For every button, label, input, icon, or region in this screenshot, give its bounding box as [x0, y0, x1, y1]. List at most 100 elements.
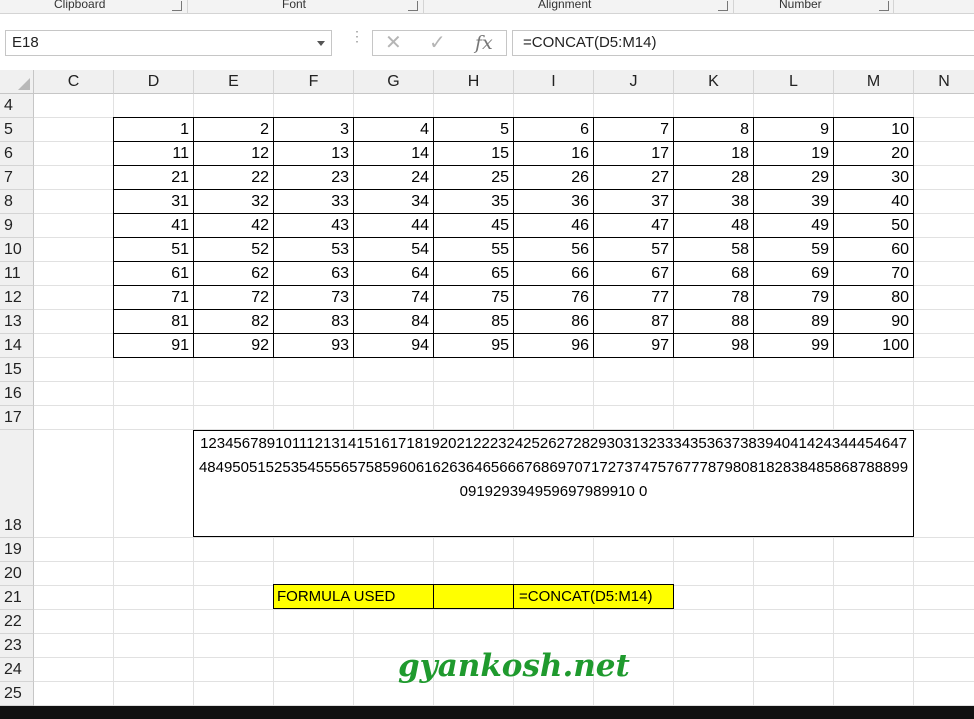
table-cell[interactable]: 48: [673, 213, 754, 238]
table-cell[interactable]: 39: [753, 189, 834, 214]
table-cell[interactable]: 28: [673, 165, 754, 190]
column-header-n[interactable]: N: [914, 70, 974, 94]
number-launcher-icon[interactable]: [879, 1, 889, 11]
table-cell[interactable]: 58: [673, 237, 754, 262]
table-cell[interactable]: 94: [353, 333, 434, 358]
table-cell[interactable]: 13: [273, 141, 354, 166]
table-cell[interactable]: 11: [113, 141, 194, 166]
row-header-8[interactable]: 8: [0, 190, 34, 214]
table-cell[interactable]: 15: [433, 141, 514, 166]
table-cell[interactable]: 77: [593, 285, 674, 310]
table-cell[interactable]: 99: [753, 333, 834, 358]
table-cell[interactable]: 65: [433, 261, 514, 286]
table-cell[interactable]: 81: [113, 309, 194, 334]
table-cell[interactable]: 55: [433, 237, 514, 262]
table-cell[interactable]: 71: [113, 285, 194, 310]
table-cell[interactable]: 84: [353, 309, 434, 334]
table-cell[interactable]: 31: [113, 189, 194, 214]
table-cell[interactable]: 2: [193, 117, 274, 142]
table-cell[interactable]: 35: [433, 189, 514, 214]
row-header-22[interactable]: 22: [0, 610, 34, 634]
table-cell[interactable]: 1: [113, 117, 194, 142]
table-cell[interactable]: 90: [833, 309, 914, 334]
column-header-l[interactable]: L: [754, 70, 834, 94]
clipboard-launcher-icon[interactable]: [172, 1, 182, 11]
row-header-13[interactable]: 13: [0, 310, 34, 334]
column-header-f[interactable]: F: [274, 70, 354, 94]
row-header-23[interactable]: 23: [0, 634, 34, 658]
table-cell[interactable]: 46: [513, 213, 594, 238]
table-cell[interactable]: 9: [753, 117, 834, 142]
table-cell[interactable]: 3: [273, 117, 354, 142]
column-header-m[interactable]: M: [834, 70, 914, 94]
table-cell[interactable]: 30: [833, 165, 914, 190]
formula-used-label-cell[interactable]: FORMULA USED: [273, 584, 434, 609]
table-cell[interactable]: 92: [193, 333, 274, 358]
table-cell[interactable]: 33: [273, 189, 354, 214]
table-cell[interactable]: 69: [753, 261, 834, 286]
table-cell[interactable]: 93: [273, 333, 354, 358]
row-header-7[interactable]: 7: [0, 166, 34, 190]
table-cell[interactable]: 78: [673, 285, 754, 310]
table-cell[interactable]: 76: [513, 285, 594, 310]
table-cell[interactable]: 60: [833, 237, 914, 262]
drag-handle-icon[interactable]: ⋮: [350, 29, 364, 51]
table-cell[interactable]: 37: [593, 189, 674, 214]
table-cell[interactable]: 75: [433, 285, 514, 310]
table-cell[interactable]: 29: [753, 165, 834, 190]
table-cell[interactable]: 87: [593, 309, 674, 334]
row-header-11[interactable]: 11: [0, 262, 34, 286]
table-cell[interactable]: 98: [673, 333, 754, 358]
table-cell[interactable]: 34: [353, 189, 434, 214]
row-header-19[interactable]: 19: [0, 538, 34, 562]
table-cell[interactable]: 23: [273, 165, 354, 190]
table-cell[interactable]: 64: [353, 261, 434, 286]
row-header-10[interactable]: 10: [0, 238, 34, 262]
table-cell[interactable]: 100: [833, 333, 914, 358]
column-header-h[interactable]: H: [434, 70, 514, 94]
row-header-4[interactable]: 4: [0, 94, 34, 118]
table-cell[interactable]: 41: [113, 213, 194, 238]
table-cell[interactable]: 51: [113, 237, 194, 262]
table-cell[interactable]: 47: [593, 213, 674, 238]
table-cell[interactable]: 10: [833, 117, 914, 142]
table-cell[interactable]: 12: [193, 141, 274, 166]
table-cell[interactable]: 89: [753, 309, 834, 334]
table-cell[interactable]: 57: [593, 237, 674, 262]
table-cell[interactable]: 8: [673, 117, 754, 142]
table-cell[interactable]: 82: [193, 309, 274, 334]
table-cell[interactable]: 43: [273, 213, 354, 238]
table-cell[interactable]: 24: [353, 165, 434, 190]
table-cell[interactable]: 79: [753, 285, 834, 310]
table-cell[interactable]: 16: [513, 141, 594, 166]
row-header-16[interactable]: 16: [0, 382, 34, 406]
table-cell[interactable]: 19: [753, 141, 834, 166]
row-header-17[interactable]: 17: [0, 406, 34, 430]
row-header-20[interactable]: 20: [0, 562, 34, 586]
table-cell[interactable]: 95: [433, 333, 514, 358]
table-cell[interactable]: 50: [833, 213, 914, 238]
table-cell[interactable]: 67: [593, 261, 674, 286]
table-cell[interactable]: 73: [273, 285, 354, 310]
table-cell[interactable]: 52: [193, 237, 274, 262]
table-cell[interactable]: 83: [273, 309, 354, 334]
table-cell[interactable]: 59: [753, 237, 834, 262]
row-header-15[interactable]: 15: [0, 358, 34, 382]
column-header-g[interactable]: G: [354, 70, 434, 94]
table-cell[interactable]: 21: [113, 165, 194, 190]
table-cell[interactable]: 56: [513, 237, 594, 262]
insert-function-icon[interactable]: fx: [475, 33, 493, 53]
table-cell[interactable]: 44: [353, 213, 434, 238]
column-header-k[interactable]: K: [674, 70, 754, 94]
table-cell[interactable]: 70: [833, 261, 914, 286]
table-cell[interactable]: 88: [673, 309, 754, 334]
table-cell[interactable]: 20: [833, 141, 914, 166]
concat-result-cell[interactable]: 1234567891011121314151617181920212223242…: [193, 430, 914, 537]
table-cell[interactable]: 54: [353, 237, 434, 262]
table-cell[interactable]: 86: [513, 309, 594, 334]
table-cell[interactable]: 45: [433, 213, 514, 238]
table-cell[interactable]: 72: [193, 285, 274, 310]
worksheet-grid[interactable]: 1 2 3 4 5 6 7 8 9 10 11 12 13 14 15 16 17 18 19 20 21 22 23 24 2…: [34, 94, 974, 706]
table-cell[interactable]: 4: [353, 117, 434, 142]
table-cell[interactable]: 63: [273, 261, 354, 286]
